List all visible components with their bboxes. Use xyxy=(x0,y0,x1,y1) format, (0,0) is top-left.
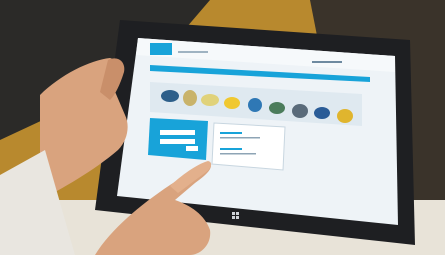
info-line xyxy=(220,153,256,155)
product-item xyxy=(337,109,353,123)
login-button xyxy=(186,146,198,151)
product-item xyxy=(248,98,262,112)
tablet-photo xyxy=(0,0,445,255)
product-item xyxy=(224,97,240,109)
product-item xyxy=(161,90,179,102)
product-item xyxy=(292,104,308,118)
info-line xyxy=(220,137,260,139)
photo-scene xyxy=(0,0,445,255)
product-item xyxy=(201,94,219,106)
header-login-link xyxy=(312,61,342,63)
login-username-field xyxy=(160,130,195,135)
login-password-field xyxy=(160,139,195,144)
info-line xyxy=(220,132,242,134)
info-line xyxy=(220,148,242,150)
product-item xyxy=(183,90,197,106)
product-item xyxy=(314,107,330,119)
info-panel xyxy=(211,122,286,171)
brand-logo-badge xyxy=(150,43,172,55)
header-line xyxy=(178,51,208,53)
product-item xyxy=(269,102,285,114)
